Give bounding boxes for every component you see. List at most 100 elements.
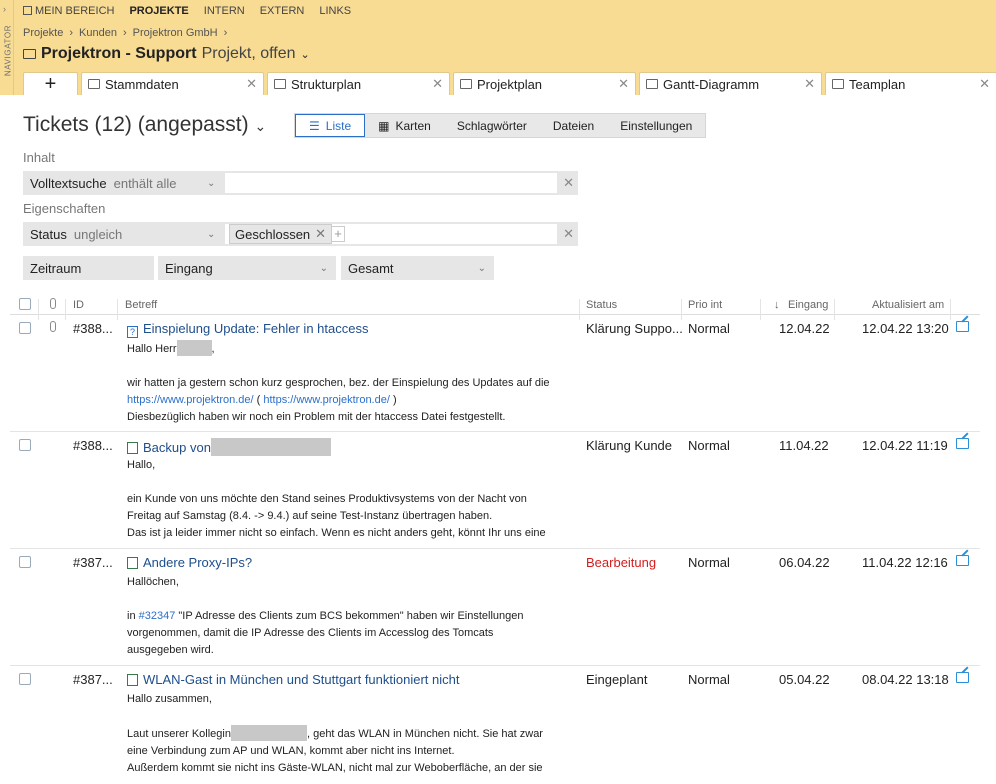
ticket-preview: Hallo Herr, wir hatten ja gestern schon … [127,340,980,426]
close-icon[interactable]: ✕ [979,76,990,92]
tab-stammdaten[interactable]: Stammdaten ✕ [81,72,264,95]
period-label: Zeitraum [23,256,154,280]
tab-liste[interactable]: ☰ Liste [295,114,366,137]
tab-dateien[interactable]: Dateien [540,114,607,137]
tree-icon [274,79,286,89]
table-row[interactable]: #387... Andere Proxy-IPs? Bearbeitung No… [10,549,980,666]
nav-links[interactable]: LINKS [319,5,351,19]
link[interactable]: https://www.projektron.de/ [263,394,390,406]
ticket-id: #388... [73,438,113,453]
edit-icon[interactable] [956,672,969,683]
edit-icon[interactable] [956,555,969,566]
navigator-label: NAVIGATOR [3,24,13,77]
add-tab-button[interactable]: + [23,72,78,95]
preview-line: wir hatten ja gestern schon kurz gesproc… [127,377,550,389]
status-chip[interactable]: Geschlossen ✕ [229,224,333,244]
close-icon[interactable]: ✕ [432,76,443,92]
ticket-title[interactable]: Backup von [127,438,331,456]
close-icon[interactable]: ✕ [563,175,574,191]
close-icon[interactable]: ✕ [246,76,257,92]
operator-select[interactable]: enthält alle [107,176,177,191]
ticket-received: 05.04.22 [779,672,830,687]
ticket-preview: Hallöchen, in #32347 "IP Adresse des Cli… [127,574,980,659]
chevron-down-icon: ⌄ [254,118,267,134]
ticket-id: #387... [73,555,113,570]
col-received[interactable]: Eingang [788,299,828,311]
top-bar: › NAVIGATOR MEIN BEREICH PROJEKTE INTERN… [0,0,996,95]
ticket-icon [127,674,138,686]
navigator-strip[interactable]: › NAVIGATOR [0,0,14,95]
close-icon[interactable]: ✕ [804,76,815,92]
close-icon[interactable]: ✕ [563,226,574,242]
status-filter: Status ungleich ⌄ Geschlossen ✕ + ✕ [23,222,578,246]
fulltext-input[interactable] [225,173,557,193]
ticket-icon [127,557,138,569]
ticket-status: Eingeplant [586,672,648,687]
table-row[interactable]: #387... WLAN-Gast in München und Stuttga… [10,666,980,784]
preview-line: Das ist ja leider immer nicht so einfach… [127,527,546,539]
edit-icon[interactable] [956,438,969,449]
ticket-title-text: WLAN-Gast in München und Stuttgart funkt… [143,672,460,687]
breadcrumb-kunden[interactable]: Kunden [79,27,117,39]
section-inhalt: Inhalt [23,150,55,165]
project-title[interactable]: Projektron - Support Projekt, offen ⌄ [23,45,310,63]
tab-projektplan[interactable]: Projektplan ✕ [453,72,636,95]
col-subject[interactable]: Betreff [125,299,157,311]
tab-gantt[interactable]: Gantt-Diagramm ✕ [639,72,822,95]
col-updated[interactable]: Aktualisiert am [872,299,944,311]
row-checkbox[interactable] [19,439,31,451]
nav-label: MEIN BEREICH [35,5,115,17]
main-nav: MEIN BEREICH PROJEKTE INTERN EXTERN LINK… [23,5,351,19]
breadcrumb-projekte[interactable]: Projekte [23,27,63,39]
preview-line: , [211,343,215,355]
col-id[interactable]: ID [73,299,84,311]
tab-label: Strukturplan [291,76,362,92]
row-checkbox[interactable] [19,556,31,568]
col-status[interactable]: Status [586,299,617,311]
operator-select[interactable]: ungleich [67,227,122,242]
tab-schlagwoerter[interactable]: Schlagwörter [444,114,540,137]
period-field-select[interactable]: Eingang ⌄ [158,256,336,280]
row-checkbox[interactable] [19,673,31,685]
preview-text: , geht das WLAN in München nicht. Sie ha… [306,728,543,740]
ticket-status: Bearbeitung [586,555,657,570]
tab-karten[interactable]: ▦ Karten [365,114,444,137]
tab-strukturplan[interactable]: Strukturplan ✕ [267,72,450,95]
table-row[interactable]: #388... Backup von Klärung Kunde Normal … [10,432,980,549]
ticket-title-text: Andere Proxy-IPs? [143,555,253,570]
breadcrumb-projektron[interactable]: Projektron GmbH [133,27,218,39]
nav-intern[interactable]: INTERN [204,5,245,19]
tab-einstellungen[interactable]: Einstellungen [607,114,705,137]
table-row[interactable]: #388... ? Einspielung Update: Fehler in h… [10,315,980,432]
tab-teamplan[interactable]: Teamplan ✕ [825,72,996,95]
close-icon[interactable]: ✕ [618,76,629,92]
ticket-received: 11.04.22 [779,438,829,453]
ticket-title[interactable]: WLAN-Gast in München und Stuttgart funkt… [127,672,460,687]
preview-text: Laut unserer Kollegin [127,728,231,740]
expand-icon[interactable]: › [3,4,6,14]
nav-projekte[interactable]: PROJEKTE [129,5,188,19]
breadcrumb-separator: › [223,27,228,39]
add-icon[interactable]: + [331,226,345,242]
preview-line: Hallo zusammen, [127,693,212,705]
list-icon: ☰ [309,118,320,133]
nav-extern[interactable]: EXTERN [260,5,305,19]
edit-icon[interactable] [956,321,969,332]
redacted-block [210,438,331,456]
col-prio[interactable]: Prio int [688,299,722,311]
view-tabs: ☰ Liste ▦ Karten Schlagwörter Dateien Eins… [294,113,707,138]
ticket-link[interactable]: #32347 [139,610,176,622]
ticket-title[interactable]: Andere Proxy-IPs? [127,555,252,570]
tab-label: Liste [325,118,352,133]
close-icon[interactable]: ✕ [315,226,326,242]
period-range-select[interactable]: Gesamt ⌄ [341,256,494,280]
page-title[interactable]: Tickets (12) (angepasst) ⌄ [23,113,266,137]
ticket-title[interactable]: ? Einspielung Update: Fehler in htaccess [127,321,368,338]
link[interactable]: https://www.projektron.de/ [127,394,254,406]
ticket-status: Klärung Kunde [586,438,673,453]
folder-icon [23,49,36,59]
row-checkbox[interactable] [19,322,31,334]
select-all-checkbox[interactable] [19,298,31,310]
nav-mein-bereich[interactable]: MEIN BEREICH [23,5,114,19]
preview-text: "IP Adresse des Clients zum BCS bekommen… [175,610,524,622]
